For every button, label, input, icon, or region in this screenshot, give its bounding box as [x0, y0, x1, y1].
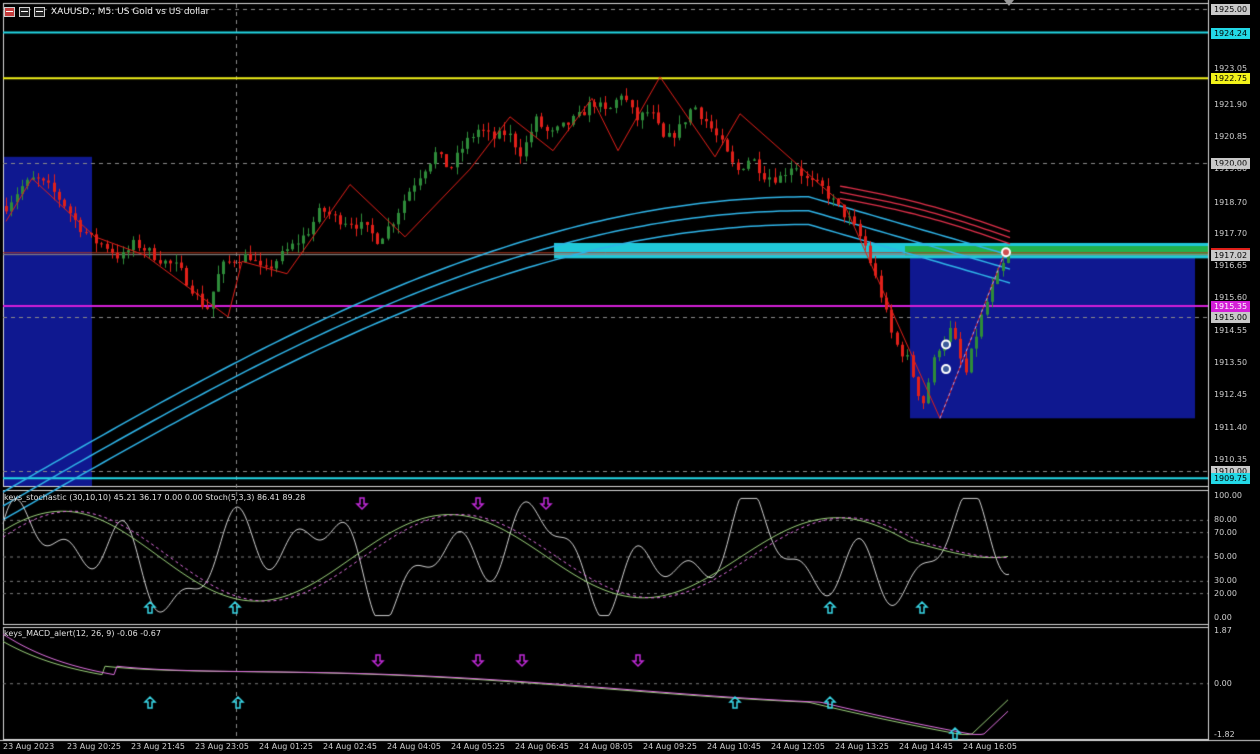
one-click-trading-icon[interactable]: [4, 7, 15, 17]
chart-title-bar: XAUUSD., M5: US Gold vs US dollar: [4, 4, 209, 20]
stochastic-level-label: 0.00: [1214, 613, 1232, 622]
price-tick-label: 1921.90: [1214, 99, 1248, 109]
macd-level-label: -1.82: [1214, 730, 1235, 739]
time-tick-label: 24 Aug 01:25: [259, 742, 313, 751]
sell-panel-icon[interactable]: [19, 7, 30, 17]
price-tick-label: 1911.40: [1214, 422, 1248, 432]
buy-panel-icon[interactable]: [34, 7, 45, 17]
price-level-tag: 1915.00: [1211, 311, 1250, 323]
stochastic-level-label: 20.00: [1214, 588, 1237, 598]
price-tick-label: 1916.65: [1214, 261, 1248, 271]
macd-level-label: 1.87: [1214, 626, 1232, 635]
time-tick-label: 24 Aug 09:25: [643, 742, 697, 751]
time-tick-label: 24 Aug 08:05: [579, 742, 633, 751]
time-tick-label: 24 Aug 05:25: [451, 742, 505, 751]
price-level-tag: 1925.00: [1211, 4, 1250, 16]
time-tick-label: 24 Aug 16:05: [963, 742, 1017, 751]
stochastic-indicator-title: keys_stochastic (30,10,10) 45.21 36.17 0…: [4, 493, 306, 502]
price-tick-label: 1918.70: [1214, 197, 1248, 207]
time-tick-label: 24 Aug 02:45: [323, 742, 377, 751]
time-tick-label: 24 Aug 14:45: [899, 742, 953, 751]
stochastic-level-label: 50.00: [1214, 552, 1237, 561]
macd-level-label: 0.00: [1214, 678, 1232, 688]
time-tick-label: 24 Aug 13:25: [835, 742, 889, 751]
time-tick-label: 23 Aug 23:05: [195, 742, 249, 751]
price-tick-label: 1910.35: [1214, 454, 1248, 464]
price-tick-label: 1917.70: [1214, 228, 1248, 238]
price-tick-label: 1923.05: [1214, 64, 1248, 74]
chart-shift-chevron-icon[interactable]: [1004, 0, 1014, 6]
time-tick-label: 24 Aug 10:45: [707, 742, 761, 751]
stochastic-level-label: 100.00: [1214, 491, 1242, 500]
chart-title: XAUUSD., M5: US Gold vs US dollar: [51, 7, 210, 17]
price-chart-canvas[interactable]: [0, 0, 1260, 754]
time-tick-label: 23 Aug 20:25: [67, 742, 121, 751]
time-tick-label: 24 Aug 12:05: [771, 742, 825, 751]
time-tick-label: 24 Aug 04:05: [387, 742, 441, 751]
stochastic-level-label: 30.00: [1214, 576, 1237, 586]
macd-indicator-title: keys_MACD_alert(12, 26, 9) -0.06 -0.67: [4, 629, 161, 638]
price-tick-label: 1912.45: [1214, 390, 1248, 400]
price-tick-label: 1919.80: [1214, 164, 1248, 174]
stochastic-level-label: 80.00: [1214, 515, 1237, 525]
stochastic-level-label: 70.00: [1214, 527, 1237, 537]
price-tick-label: 1920.85: [1214, 131, 1248, 141]
time-tick-label: 23 Aug 2023: [3, 742, 55, 751]
price-level-tag: 1924.24: [1211, 27, 1250, 39]
price-level-tag: 1922.75: [1211, 73, 1250, 85]
price-tick-label: 1914.55: [1214, 325, 1248, 335]
time-tick-label: 24 Aug 06:45: [515, 742, 569, 751]
price-level-tag: 1915.35: [1211, 301, 1250, 313]
price-level-tag: 1917.02: [1211, 249, 1250, 261]
price-level-tag: 1909.75: [1211, 473, 1250, 485]
price-tick-label: 1913.50: [1214, 357, 1248, 367]
chart-window[interactable]: XAUUSD., M5: US Gold vs US dollar keys_s…: [0, 0, 1260, 754]
time-tick-label: 23 Aug 21:45: [131, 742, 185, 751]
